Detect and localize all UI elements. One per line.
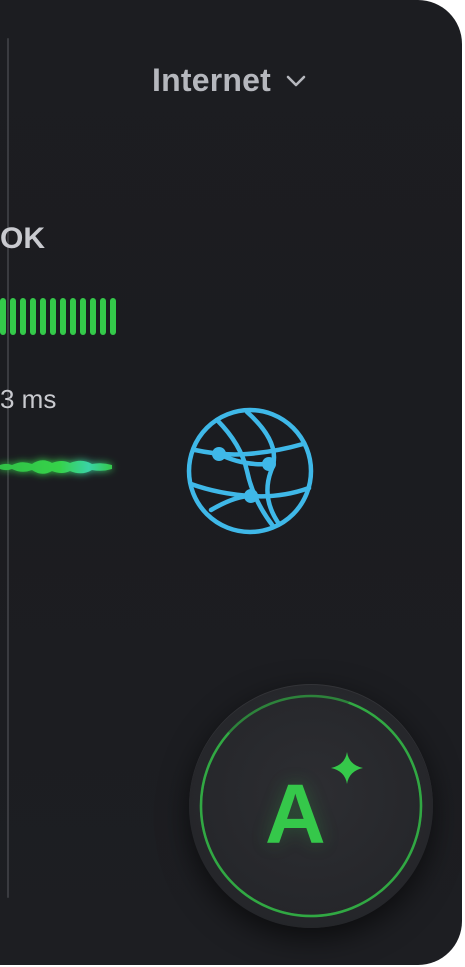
network-selector[interactable]: Internet: [152, 62, 307, 99]
signal-bar: [50, 298, 56, 335]
signal-bar: [0, 298, 6, 335]
network-label: Internet: [152, 62, 271, 98]
signal-bar: [70, 298, 76, 335]
globe-icon: [186, 407, 314, 535]
signal-bar: [80, 298, 86, 335]
status-text: OK: [0, 222, 45, 255]
signal-bar: [10, 298, 16, 335]
signal-bar: [90, 298, 96, 335]
sparkle-icon: [331, 752, 363, 784]
rating-button[interactable]: A: [189, 684, 433, 928]
chevron-down-icon: [286, 75, 306, 86]
network-panel: Internet OK 3 ms A: [0, 0, 462, 965]
signal-bar: [20, 298, 26, 335]
signal-bar: [30, 298, 36, 335]
latency-value: 3 ms: [0, 384, 57, 414]
rating-grade: A: [265, 767, 326, 861]
signal-bar: [60, 298, 66, 335]
waveform-icon: [0, 460, 112, 474]
signal-bar: [100, 298, 106, 335]
signal-bar: [110, 298, 116, 335]
signal-strength-meter: [0, 298, 116, 335]
signal-bar: [40, 298, 46, 335]
